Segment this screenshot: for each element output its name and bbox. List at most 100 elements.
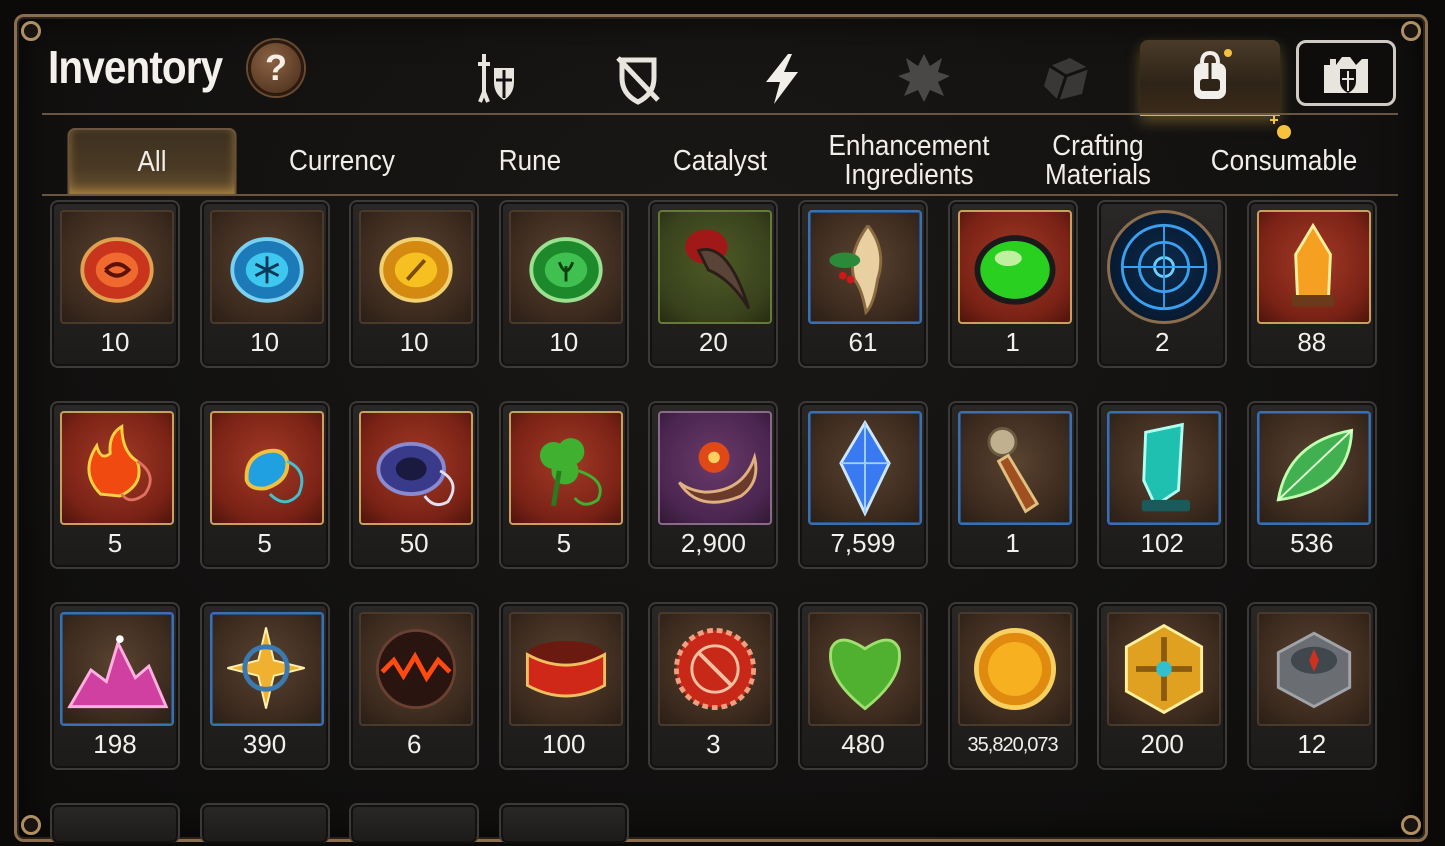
item-quantity: 2	[1154, 327, 1170, 357]
pink-crystal-pile-icon	[60, 612, 174, 726]
gold-coin-icon	[957, 612, 1072, 726]
header-divider	[42, 113, 1398, 115]
help-button[interactable]: ?	[248, 40, 304, 96]
item-quantity: 5	[556, 528, 572, 558]
lightning-icon	[766, 54, 798, 104]
inventory-slot[interactable]: 10	[50, 200, 180, 368]
beast-tab[interactable]	[854, 40, 994, 116]
inventory-slot[interactable]: 2,900	[648, 401, 779, 569]
inventory-slot[interactable]	[50, 803, 180, 843]
ring-amulet-icon	[359, 411, 474, 525]
tab-catalyst[interactable]: Catalyst	[639, 128, 801, 194]
beast-icon	[898, 54, 950, 102]
item-quantity: 1	[1005, 327, 1020, 357]
item-quantity: 198	[93, 729, 137, 759]
inventory-slot[interactable]: 198	[50, 602, 180, 770]
inventory-slot[interactable]: 50	[349, 401, 480, 569]
sparkle-icon	[1270, 116, 1291, 139]
inventory-slot[interactable]: 12	[1246, 602, 1377, 770]
inventory-slot[interactable]: 200	[1097, 602, 1228, 770]
tab-all[interactable]: All	[67, 128, 237, 194]
sword-shield-icon	[478, 54, 514, 103]
crossed-shield-icon	[616, 56, 660, 105]
inventory-slot[interactable]	[349, 803, 480, 843]
inventory-slot[interactable]: 102	[1097, 401, 1228, 569]
blue-rune-stone-icon	[209, 210, 324, 324]
inventory-slot[interactable]: 35,820,073	[947, 602, 1078, 770]
inventory-slot[interactable]: 10	[349, 200, 480, 368]
star-amulet-icon	[209, 612, 324, 726]
tab-currency[interactable]: Currency	[261, 128, 423, 194]
stone-compass-icon	[1256, 612, 1371, 726]
orange-crystal-icon	[1256, 210, 1371, 324]
item-quantity: 6	[406, 729, 422, 759]
bag-tab[interactable]	[1140, 40, 1280, 116]
inventory-slot[interactable]: 390	[199, 602, 330, 770]
green-gem-icon	[957, 210, 1072, 324]
inventory-slot[interactable]: 1	[947, 200, 1078, 368]
clover-amulet-icon	[508, 411, 623, 525]
inventory-slot[interactable]: 6	[349, 602, 480, 770]
item-quantity: 2,900	[680, 528, 746, 558]
inventory-slot[interactable]: 480	[798, 602, 928, 770]
item-quantity: 100	[542, 729, 586, 759]
backpack-icon	[1194, 48, 1232, 99]
inventory-slot[interactable]: 10	[199, 200, 330, 368]
item-quantity: 390	[242, 729, 287, 759]
flower-crescent-icon	[658, 411, 773, 525]
equipment-tab[interactable]	[426, 40, 566, 116]
cube-tab[interactable]	[996, 40, 1136, 116]
green-rune-stone-icon	[508, 210, 623, 324]
leaf-icon	[1256, 411, 1371, 525]
inventory-slot[interactable]: 20	[648, 200, 779, 368]
fire-amulet-icon	[60, 411, 174, 525]
tab-crafting-materials[interactable]: Crafting Materials	[1019, 128, 1177, 194]
tab-rune[interactable]: Rune	[449, 128, 611, 194]
inventory-slot[interactable]: 3	[648, 602, 779, 770]
inventory-slot[interactable]: 5	[50, 401, 180, 569]
item-quantity: 3	[706, 729, 721, 759]
inventory-slot[interactable]: 7,599	[798, 401, 928, 569]
item-quantity: 50	[399, 528, 429, 558]
water-amulet-icon	[209, 411, 324, 525]
yellow-rune-stone-icon	[359, 210, 474, 324]
inventory-slot[interactable]	[498, 803, 629, 843]
broken-shield-tab[interactable]	[568, 40, 708, 116]
inventory-slot[interactable]: 1	[947, 401, 1078, 569]
inventory-slot[interactable]: 536	[1246, 401, 1377, 569]
gold-emblem-icon	[1107, 612, 1222, 726]
item-quantity: 5	[107, 528, 123, 558]
corner-ornament	[21, 21, 41, 41]
item-quantity: 7,599	[830, 528, 896, 558]
item-quantity: 61	[848, 327, 878, 357]
item-quantity: 5	[257, 528, 272, 558]
inventory-slot[interactable]: 2	[1097, 200, 1228, 368]
red-rune-stone-icon	[60, 210, 174, 324]
guild-tab[interactable]	[1296, 40, 1396, 106]
inventory-slot[interactable]: 100	[498, 602, 629, 770]
item-quantity: 102	[1140, 528, 1184, 558]
lava-orb-icon	[359, 612, 474, 726]
item-quantity: 10	[100, 327, 130, 357]
item-quantity: 10	[399, 327, 429, 357]
inventory-slot[interactable]: 88	[1246, 200, 1377, 368]
cube-icon	[1044, 58, 1089, 101]
item-quantity: 10	[250, 327, 280, 357]
page-title: Inventory	[48, 41, 223, 93]
inventory-slot[interactable]: 5	[199, 401, 330, 569]
inventory-slot[interactable]: 5	[498, 401, 629, 569]
inventory-slot[interactable]: 61	[798, 200, 928, 368]
red-band-icon	[508, 612, 623, 726]
inventory-slot[interactable]	[199, 803, 330, 843]
item-quantity: 536	[1290, 528, 1334, 558]
inventory-slot[interactable]: 10	[498, 200, 629, 368]
tabs-divider	[42, 194, 1398, 196]
blue-diamond-icon	[808, 411, 922, 525]
teal-crystal-icon	[1107, 411, 1222, 525]
heart-leaf-icon	[808, 612, 922, 726]
blue-magic-circle-icon	[1107, 210, 1222, 324]
item-quantity: 20	[698, 327, 728, 357]
skill-tab[interactable]	[712, 40, 852, 116]
tab-enhancement-ingredients[interactable]: Enhancement Ingredients	[825, 128, 992, 194]
item-quantity: 10	[549, 327, 579, 357]
